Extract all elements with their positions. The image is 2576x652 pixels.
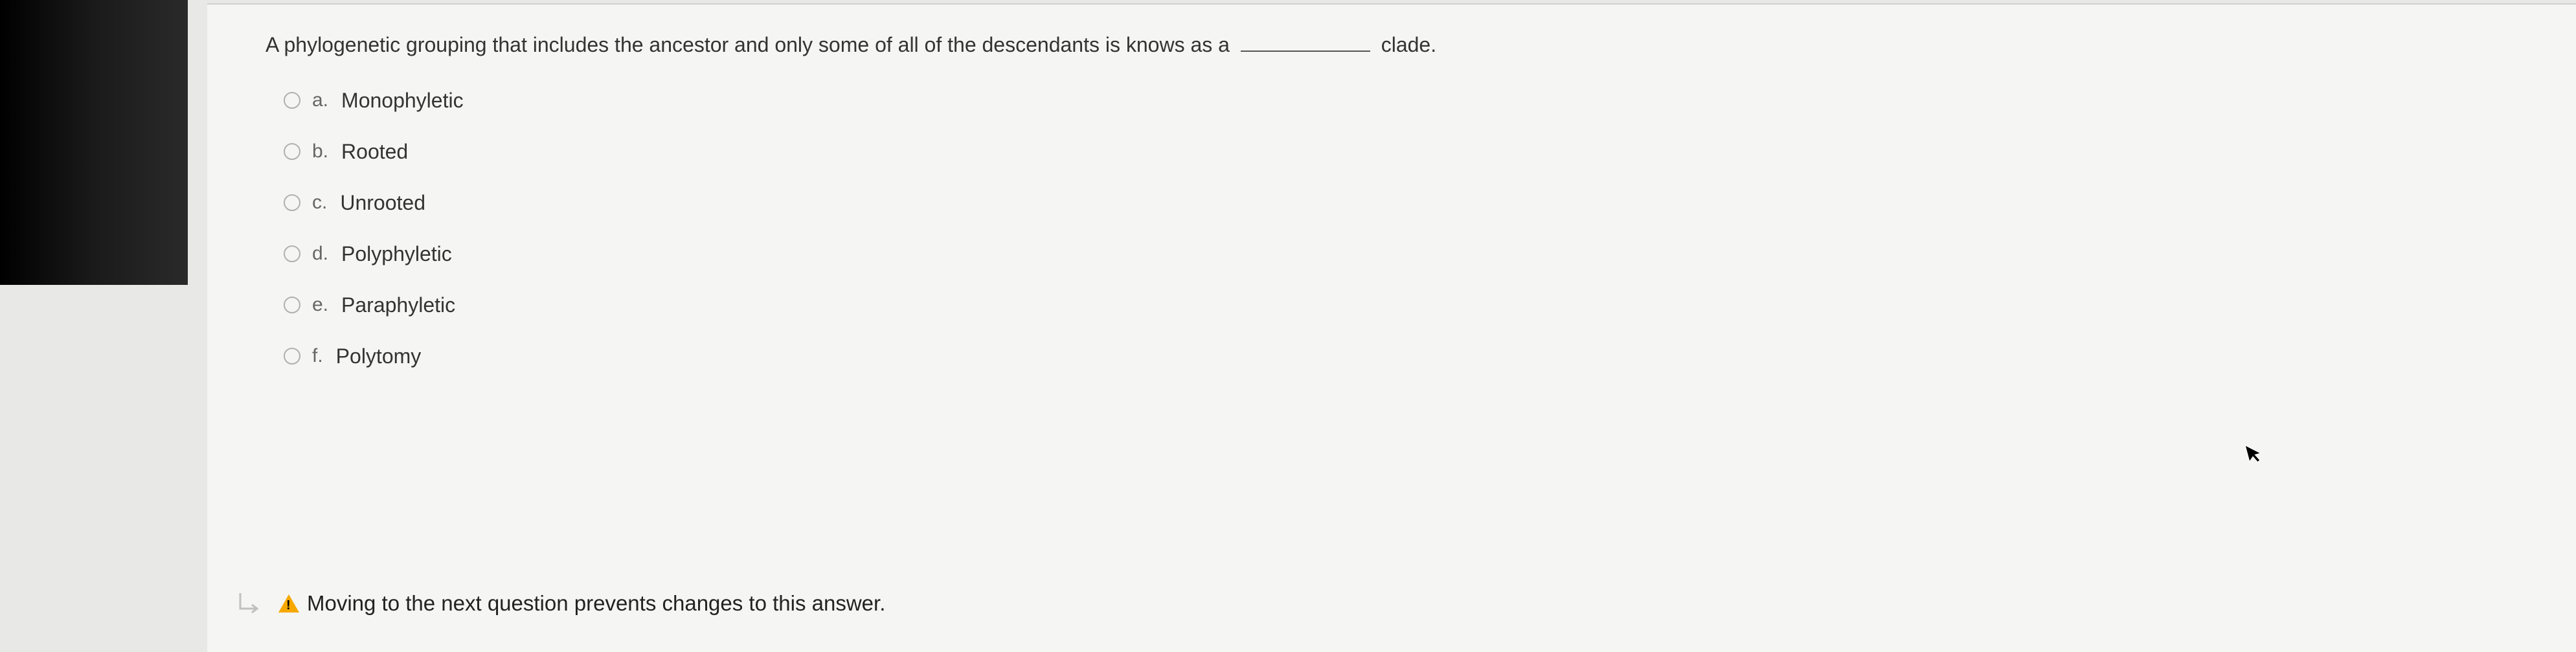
option-text: Monophyletic bbox=[341, 89, 464, 113]
warning-bar: Moving to the next question prevents cha… bbox=[233, 587, 885, 620]
option-letter: e. bbox=[312, 294, 328, 316]
option-text: Unrooted bbox=[340, 191, 425, 215]
radio-button-f[interactable] bbox=[284, 348, 300, 365]
fill-blank-line bbox=[1241, 31, 1370, 52]
option-text: Paraphyletic bbox=[341, 293, 455, 317]
question-panel: A phylogenetic grouping that includes th… bbox=[207, 3, 2576, 652]
option-letter: b. bbox=[312, 141, 328, 163]
option-letter: a. bbox=[312, 89, 328, 111]
question-prompt: A phylogenetic grouping that includes th… bbox=[266, 30, 2518, 60]
option-row-c[interactable]: c. Unrooted bbox=[284, 191, 2518, 215]
option-row-f[interactable]: f. Polytomy bbox=[284, 344, 2518, 368]
radio-button-b[interactable] bbox=[284, 143, 300, 160]
option-row-d[interactable]: d. Polyphyletic bbox=[284, 242, 2518, 266]
option-letter: f. bbox=[312, 345, 323, 367]
question-text-before: A phylogenetic grouping that includes th… bbox=[266, 33, 1230, 56]
option-row-b[interactable]: b. Rooted bbox=[284, 140, 2518, 164]
radio-button-c[interactable] bbox=[284, 194, 300, 211]
warning-message: Moving to the next question prevents cha… bbox=[307, 591, 885, 616]
option-row-e[interactable]: e. Paraphyletic bbox=[284, 293, 2518, 317]
option-letter: d. bbox=[312, 243, 328, 265]
warning-triangle-icon bbox=[278, 594, 299, 613]
option-row-a[interactable]: a. Monophyletic bbox=[284, 89, 2518, 113]
option-text: Rooted bbox=[341, 140, 408, 164]
nav-arrow-icon bbox=[233, 587, 266, 620]
radio-button-a[interactable] bbox=[284, 92, 300, 109]
left-sidebar-dark bbox=[0, 0, 188, 285]
option-text: Polytomy bbox=[336, 344, 422, 368]
radio-button-d[interactable] bbox=[284, 245, 300, 262]
option-text: Polyphyletic bbox=[341, 242, 452, 266]
radio-button-e[interactable] bbox=[284, 297, 300, 313]
mouse-cursor-icon bbox=[2244, 440, 2269, 473]
question-text-after: clade. bbox=[1381, 33, 1436, 56]
option-letter: c. bbox=[312, 192, 327, 214]
answer-options-list: a. Monophyletic b. Rooted c. Unrooted d.… bbox=[266, 89, 2518, 368]
